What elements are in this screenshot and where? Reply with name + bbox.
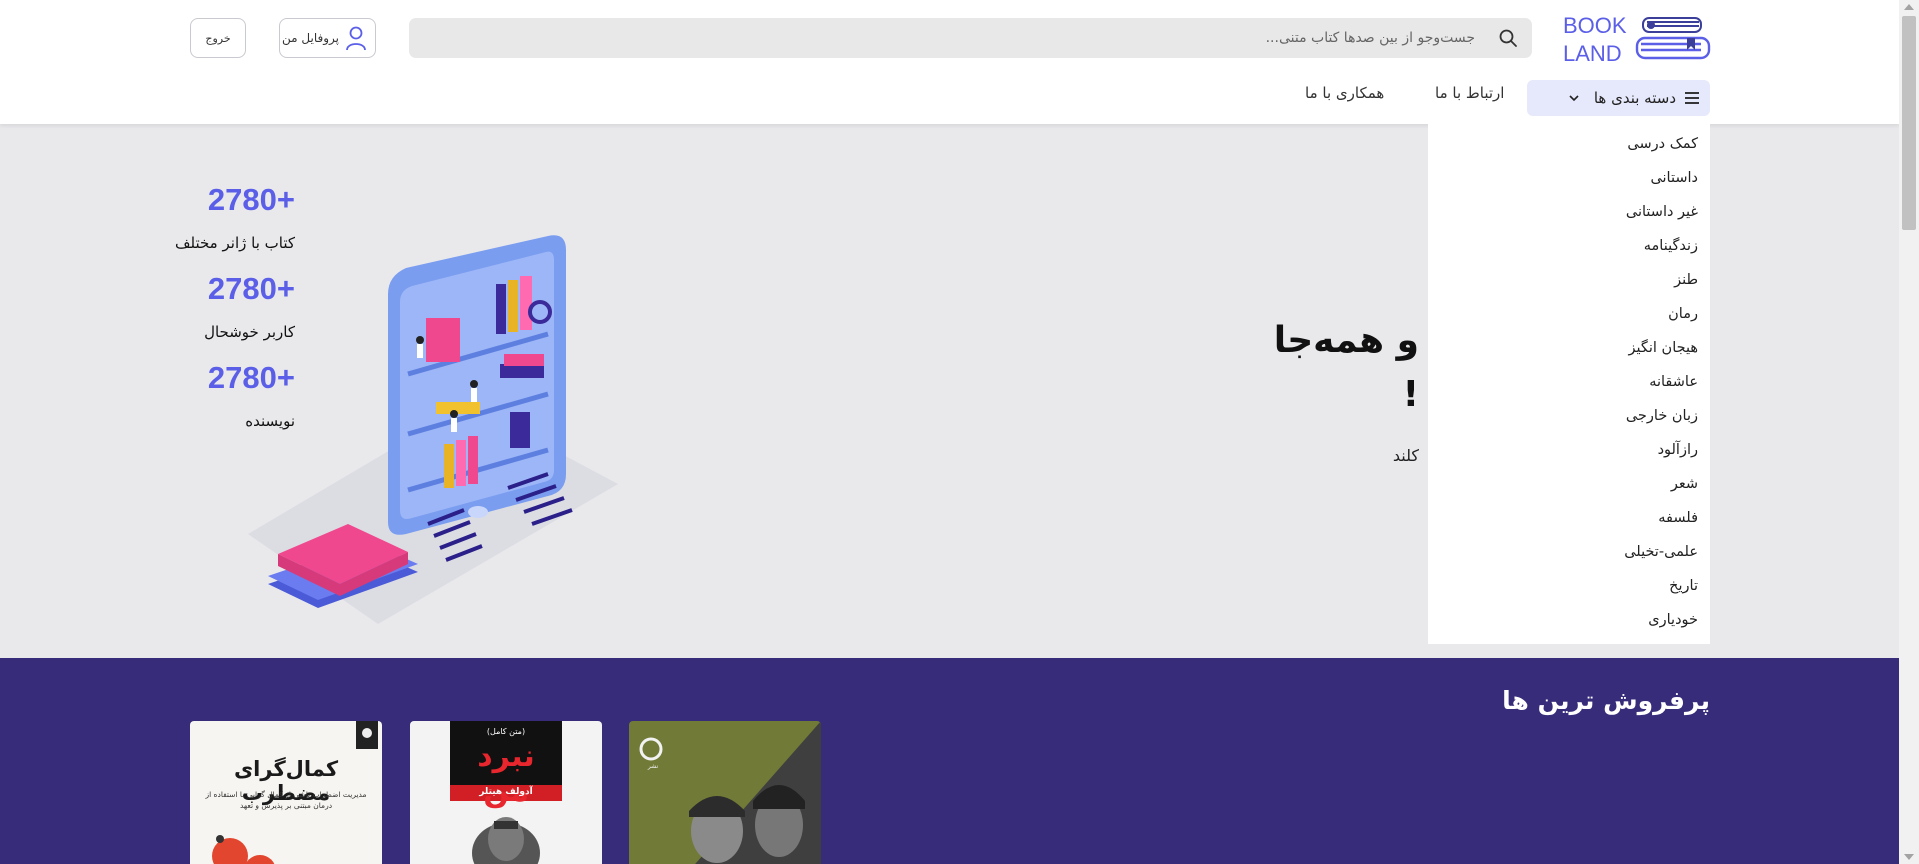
- category-item[interactable]: عاشقانه: [1649, 374, 1698, 390]
- category-item[interactable]: زندگینامه: [1644, 238, 1698, 254]
- scroll-up-arrow-icon[interactable]: [1904, 4, 1914, 10]
- category-item[interactable]: کمک درسی: [1627, 136, 1698, 152]
- category-item[interactable]: فلسفه: [1658, 510, 1698, 526]
- logo-book-icon: [1635, 17, 1711, 60]
- page-scrollbar[interactable]: [1899, 0, 1919, 864]
- hero-subtitle: کلند: [1392, 446, 1419, 465]
- stat-books-value: 2780+: [207, 182, 295, 217]
- logo-line-2: LAND: [1563, 41, 1622, 66]
- bestsellers-title: پرفروش ترین ها: [1502, 686, 1710, 715]
- category-item[interactable]: طنز: [1674, 272, 1698, 288]
- category-item[interactable]: رازآلود: [1658, 442, 1698, 458]
- book-title: نبرد من: [477, 739, 535, 809]
- profile-label: پروفایل من: [282, 31, 339, 45]
- category-item[interactable]: داستانی: [1650, 170, 1698, 186]
- nav-contact-link[interactable]: ارتباط با ما: [1435, 84, 1504, 102]
- chevron-down-icon: [1569, 95, 1579, 102]
- logo-line-1: BOOK: [1563, 13, 1627, 38]
- book-card[interactable]: (متن کامل) نبرد من آدولف هیتلر: [410, 721, 602, 864]
- scrollbar-thumb[interactable]: [1902, 16, 1916, 230]
- category-item[interactable]: رمان: [1668, 306, 1698, 322]
- nav-collab-link[interactable]: همکاری با ما: [1305, 84, 1384, 102]
- category-item[interactable]: خودیاری: [1648, 612, 1698, 628]
- bestsellers-section: پرفروش ترین ها کمال‌گرای مضطرب مدیریت اض…: [0, 658, 1899, 864]
- logout-button[interactable]: خروج: [190, 18, 246, 58]
- categories-dropdown: کمک درسی داستانی غیر داستانی زندگینامه ط…: [1428, 124, 1710, 644]
- logo-text: BOOK LAND: [1563, 12, 1627, 68]
- search-icon[interactable]: [1498, 28, 1518, 48]
- bookshelf-phone-illustration: [248, 235, 618, 624]
- category-item[interactable]: علمی-تخیلی: [1624, 544, 1698, 560]
- category-item[interactable]: شعر: [1671, 476, 1698, 492]
- book-card[interactable]: نشر: [629, 721, 821, 864]
- site-logo[interactable]: BOOK LAND: [1563, 12, 1711, 68]
- category-item[interactable]: غیر داستانی: [1626, 204, 1698, 220]
- categories-label: دسته بندی ها: [1593, 89, 1676, 107]
- category-item[interactable]: زبان خارجی: [1626, 408, 1698, 424]
- book-badge: (متن کامل): [486, 727, 526, 736]
- logout-label: خروج: [205, 31, 231, 45]
- book-cover-image: [639, 721, 821, 864]
- category-item[interactable]: تاریخ: [1669, 578, 1698, 594]
- scroll-down-arrow-icon[interactable]: [1904, 854, 1914, 860]
- search-bar[interactable]: [409, 18, 1532, 58]
- categories-button[interactable]: دسته بندی ها: [1527, 80, 1710, 116]
- hero-title-line-2: !: [1402, 374, 1419, 415]
- book-subtitle: مدیریت اضطراب ناشی از کمال گرایی با استف…: [205, 790, 367, 810]
- hero-title-line-1: و همه‌جا: [1273, 320, 1419, 361]
- book-author: آدولف هیتلر: [479, 787, 533, 797]
- site-header: BOOK LAND پر: [0, 0, 1899, 124]
- book-publisher: نشر: [647, 763, 659, 770]
- book-card[interactable]: کمال‌گرای مضطرب مدیریت اضطراب ناشی از کم…: [190, 721, 382, 864]
- profile-button[interactable]: پروفایل من: [279, 18, 376, 58]
- menu-icon: [1685, 92, 1699, 104]
- hero-title: و همه‌جا !: [1274, 314, 1419, 422]
- user-icon: [346, 26, 366, 51]
- category-item[interactable]: هیجان انگیز: [1628, 340, 1698, 356]
- search-input[interactable]: [409, 18, 1489, 58]
